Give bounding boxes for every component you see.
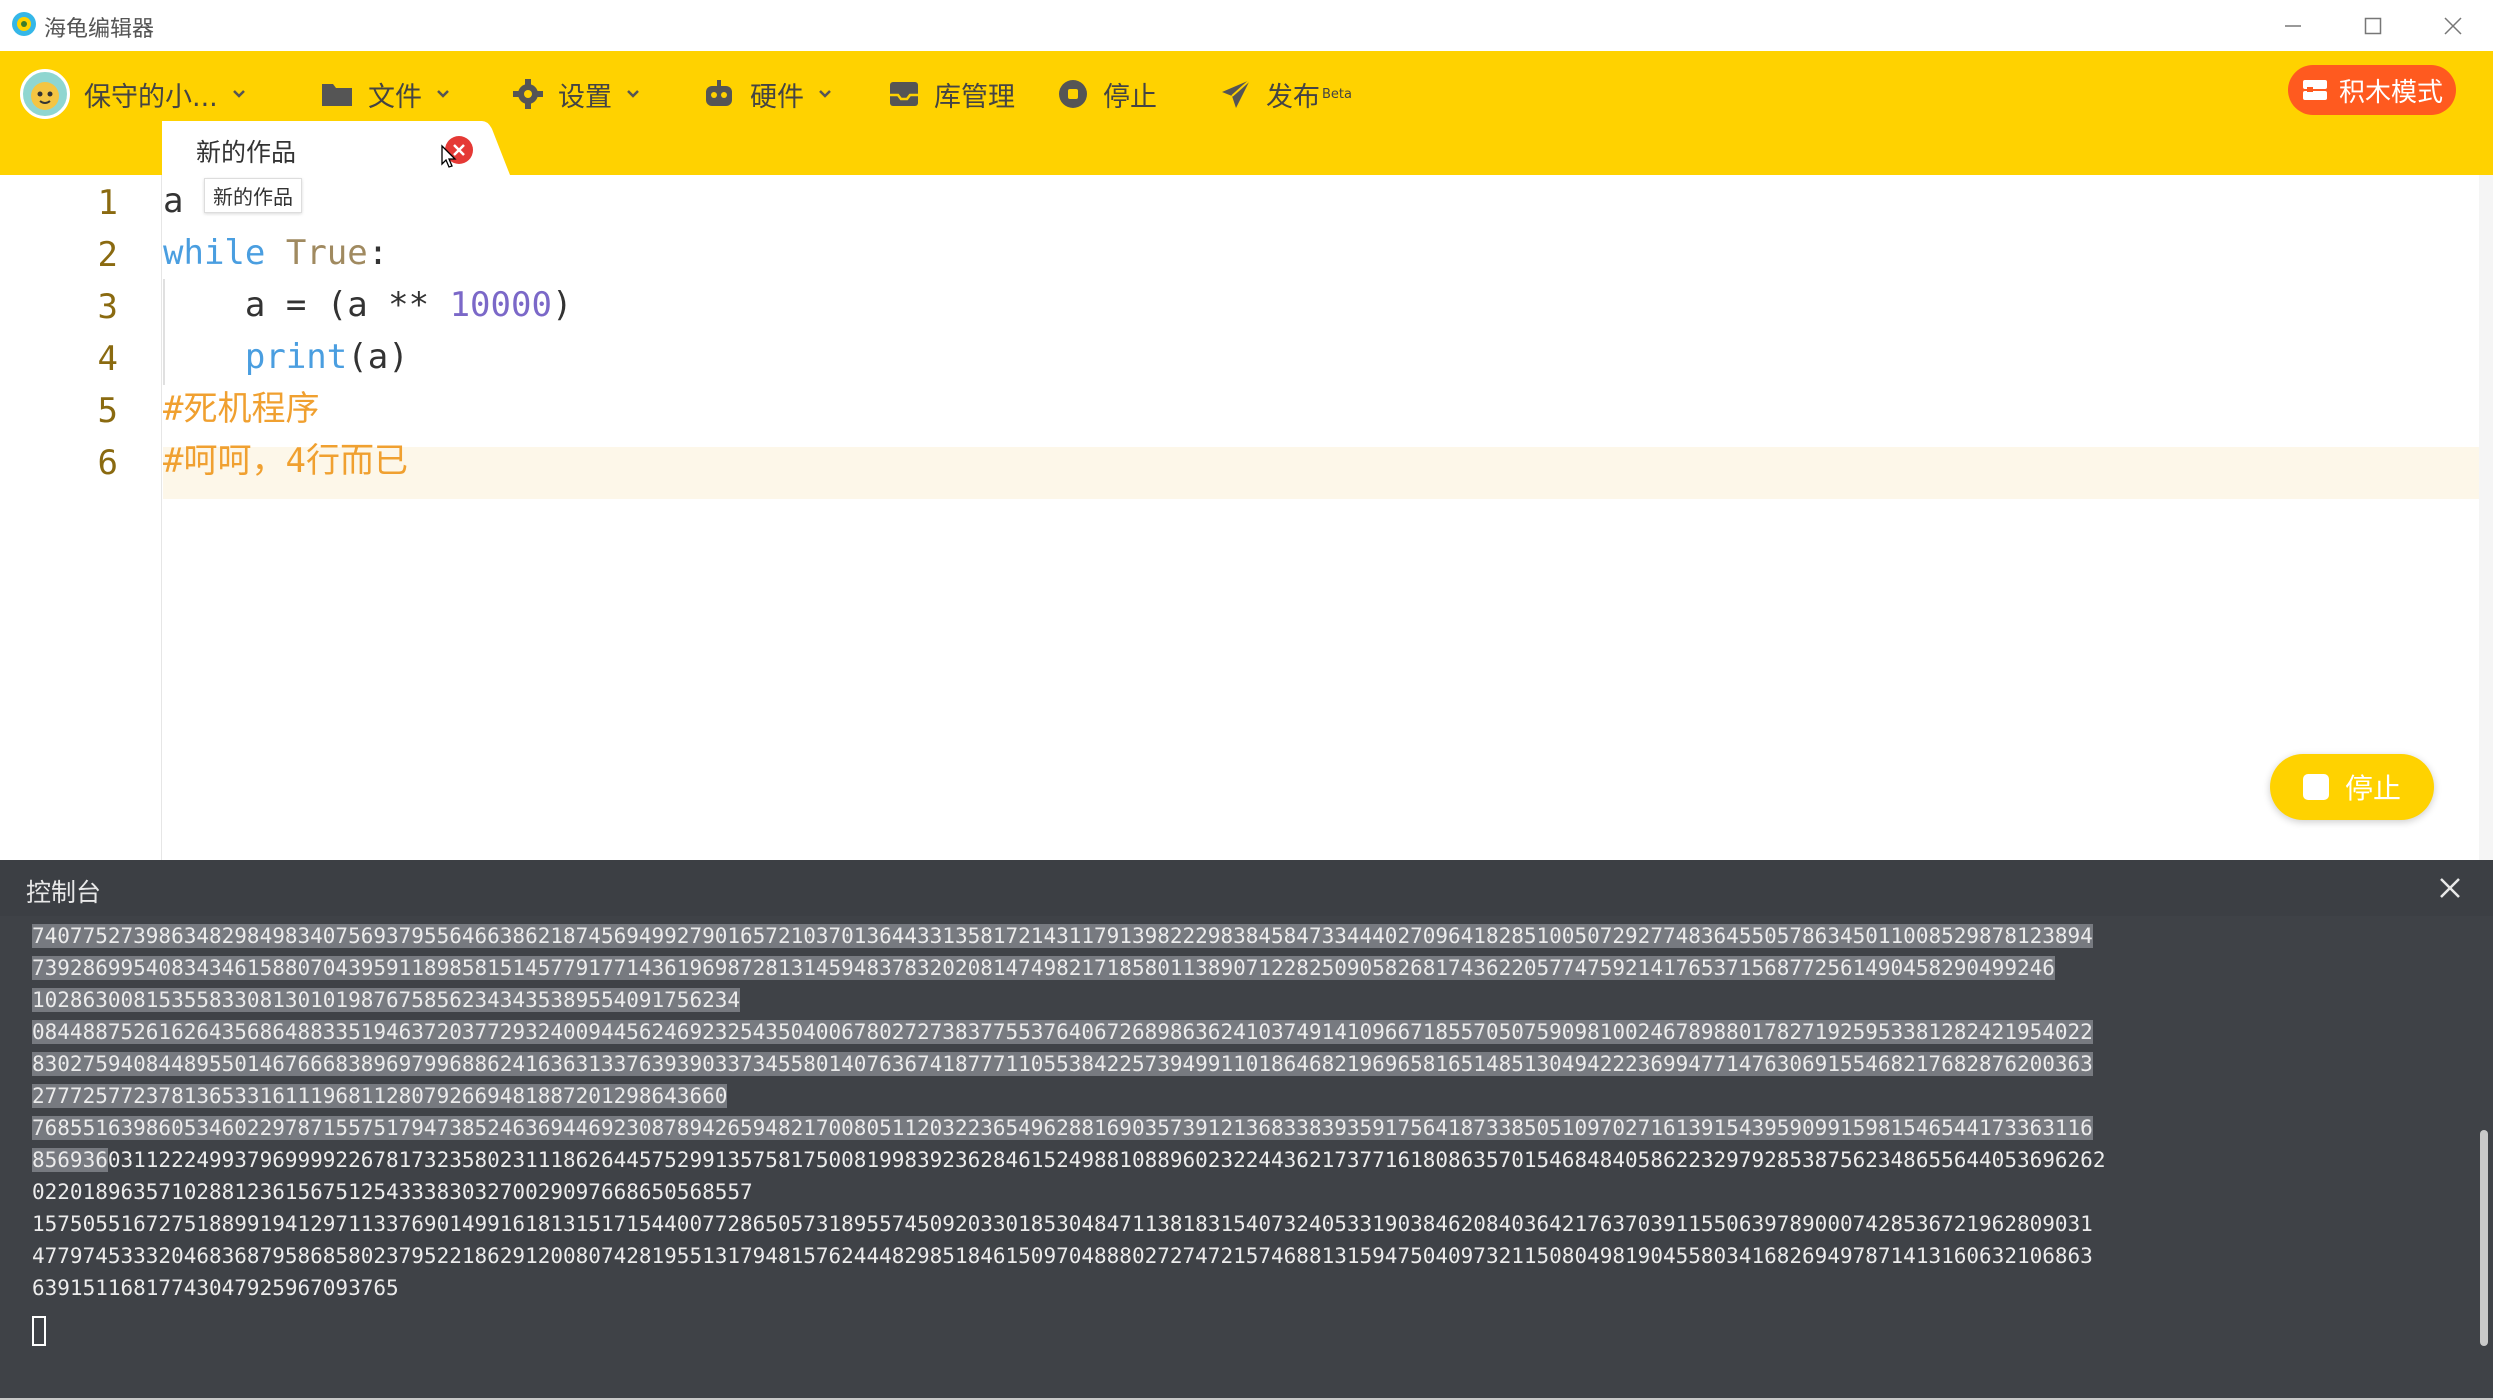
- minimize-icon: [2285, 24, 2301, 27]
- code-line[interactable]: while True:: [163, 227, 388, 279]
- code-editor[interactable]: 1 2 3 4 5 6 a = 2while True: a = (a ** 1…: [0, 175, 2493, 860]
- line-number: 3: [97, 287, 118, 327]
- console-output-line: 1575055167275188991941297113376901499161…: [32, 1212, 2093, 1236]
- code-token: while: [163, 233, 266, 273]
- console-output[interactable]: 7407752739863482984983407569379556466386…: [0, 916, 2493, 1400]
- user-name: 保守的小...: [84, 81, 218, 113]
- code-token: True: [285, 233, 368, 273]
- library-manager-button[interactable]: 库管理: [888, 71, 1015, 117]
- chevron-down-icon: [436, 89, 450, 99]
- console-output-line: 7407752739863482984983407569379556466386…: [32, 924, 2093, 948]
- tab-tooltip: 新的作品: [204, 178, 302, 213]
- code-token: ): [551, 285, 573, 325]
- chevron-down-icon: [818, 89, 832, 99]
- console-header: 控制台: [0, 860, 2493, 916]
- floating-stop-button[interactable]: 停止: [2270, 754, 2434, 820]
- console-close-button[interactable]: [2434, 872, 2466, 904]
- publish-label: 发布: [1266, 81, 1320, 113]
- tab-new-work[interactable]: 新的作品: [162, 121, 472, 175]
- console-output-line: 63915116817743047925967093765: [32, 1276, 399, 1300]
- console-output-line: 2777257723781365331611196811280792669481…: [32, 1084, 728, 1108]
- main-toolbar: 保守的小... 文件 设置 硬件 库管理 停止 发布 Beta 积木模式 新的作…: [0, 51, 2493, 175]
- console-output-line: 0220189635710288123615675125433383032700…: [32, 1180, 753, 1204]
- console-input-cursor[interactable]: [32, 1316, 46, 1346]
- gear-icon: [512, 78, 544, 110]
- code-line[interactable]: a = (a ** 10000): [163, 279, 573, 331]
- console-output-line: 8302759408448955014676668389697996886241…: [32, 1052, 2093, 1076]
- line-number: 1: [97, 183, 118, 223]
- minimize-button[interactable]: [2253, 0, 2333, 51]
- stop-button[interactable]: 停止: [1057, 71, 1157, 117]
- close-icon: [2444, 16, 2462, 35]
- hardware-menu-label: 硬件: [750, 81, 804, 113]
- hardware-menu[interactable]: 硬件: [702, 71, 832, 117]
- console-scrollbar-thumb[interactable]: [2480, 1130, 2488, 1346]
- settings-menu[interactable]: 设置: [512, 71, 640, 117]
- user-avatar: [20, 69, 70, 119]
- line-number-gutter: [0, 175, 162, 860]
- active-line-highlight: [163, 447, 2493, 499]
- stop-square-icon: [2302, 774, 2329, 800]
- user-menu[interactable]: 保守的小...: [20, 69, 246, 119]
- code-token: a = (a **: [163, 285, 450, 325]
- line-number: 4: [97, 339, 118, 379]
- console-output-line: 7685516398605346022978715575179473852463…: [32, 1116, 2093, 1140]
- mouse-pointer-icon: [441, 144, 457, 168]
- window-title: 海龟编辑器: [44, 17, 155, 42]
- inbox-icon: [888, 80, 920, 108]
- robot-icon: [702, 78, 736, 110]
- maximize-button[interactable]: [2333, 0, 2413, 51]
- console-output-line: 0844887526162643568648833519463720377293…: [32, 1020, 2093, 1044]
- editor-scrollbar[interactable]: [2479, 175, 2493, 860]
- code-token: :: [367, 233, 389, 273]
- chevron-down-icon: [232, 89, 246, 99]
- blocks-icon: [2301, 77, 2329, 103]
- code-token: #死机程序: [163, 389, 320, 429]
- code-token: (a): [347, 337, 409, 377]
- floating-stop-label: 停止: [2344, 772, 2401, 805]
- console-title: 控制台: [26, 878, 102, 907]
- code-token: #呵呵，4行而已: [163, 441, 408, 481]
- file-menu-label: 文件: [368, 81, 422, 113]
- console-output-line: 8569360311222499379699992267817323580231…: [32, 1148, 2106, 1172]
- haigui-logo-icon: [12, 12, 36, 36]
- file-menu[interactable]: 文件: [320, 71, 450, 117]
- chevron-down-icon: [626, 89, 640, 99]
- folder-icon: [320, 80, 354, 108]
- beta-badge: Beta: [1322, 86, 1352, 102]
- code-token: print: [244, 337, 348, 377]
- stop-circle-icon: [1057, 78, 1089, 110]
- stop-label: 停止: [1103, 81, 1157, 113]
- block-mode-label: 积木模式: [2338, 77, 2443, 108]
- library-manager-label: 库管理: [934, 81, 1015, 113]
- tab-label: 新的作品: [196, 138, 297, 167]
- window-titlebar: 海龟编辑器: [0, 0, 2493, 51]
- code-line[interactable]: print(a): [163, 331, 409, 383]
- tab-edge: [470, 121, 510, 175]
- maximize-icon: [2364, 17, 2382, 34]
- close-icon: [2440, 878, 2460, 898]
- block-mode-button[interactable]: 积木模式: [2288, 65, 2456, 115]
- console-output-line: 7392869954083434615880704395911898581514…: [32, 956, 2055, 980]
- avatar-icon: [31, 82, 59, 110]
- paper-plane-icon: [1220, 78, 1252, 110]
- line-number: 5: [97, 391, 118, 431]
- console-output-line: 4779745333204683687958685802379522186291…: [32, 1244, 2093, 1268]
- close-window-button[interactable]: [2413, 0, 2493, 51]
- console-output-line: 1028630081535583308130101987675856234343…: [32, 988, 741, 1012]
- settings-menu-label: 设置: [558, 81, 612, 113]
- publish-button[interactable]: 发布 Beta: [1220, 71, 1352, 117]
- line-number: 2: [97, 235, 118, 275]
- line-number: 6: [97, 443, 118, 483]
- code-token: 10000: [449, 285, 552, 325]
- code-line[interactable]: #死机程序: [163, 383, 319, 435]
- code-line[interactable]: #呵呵，4行而已: [163, 435, 408, 487]
